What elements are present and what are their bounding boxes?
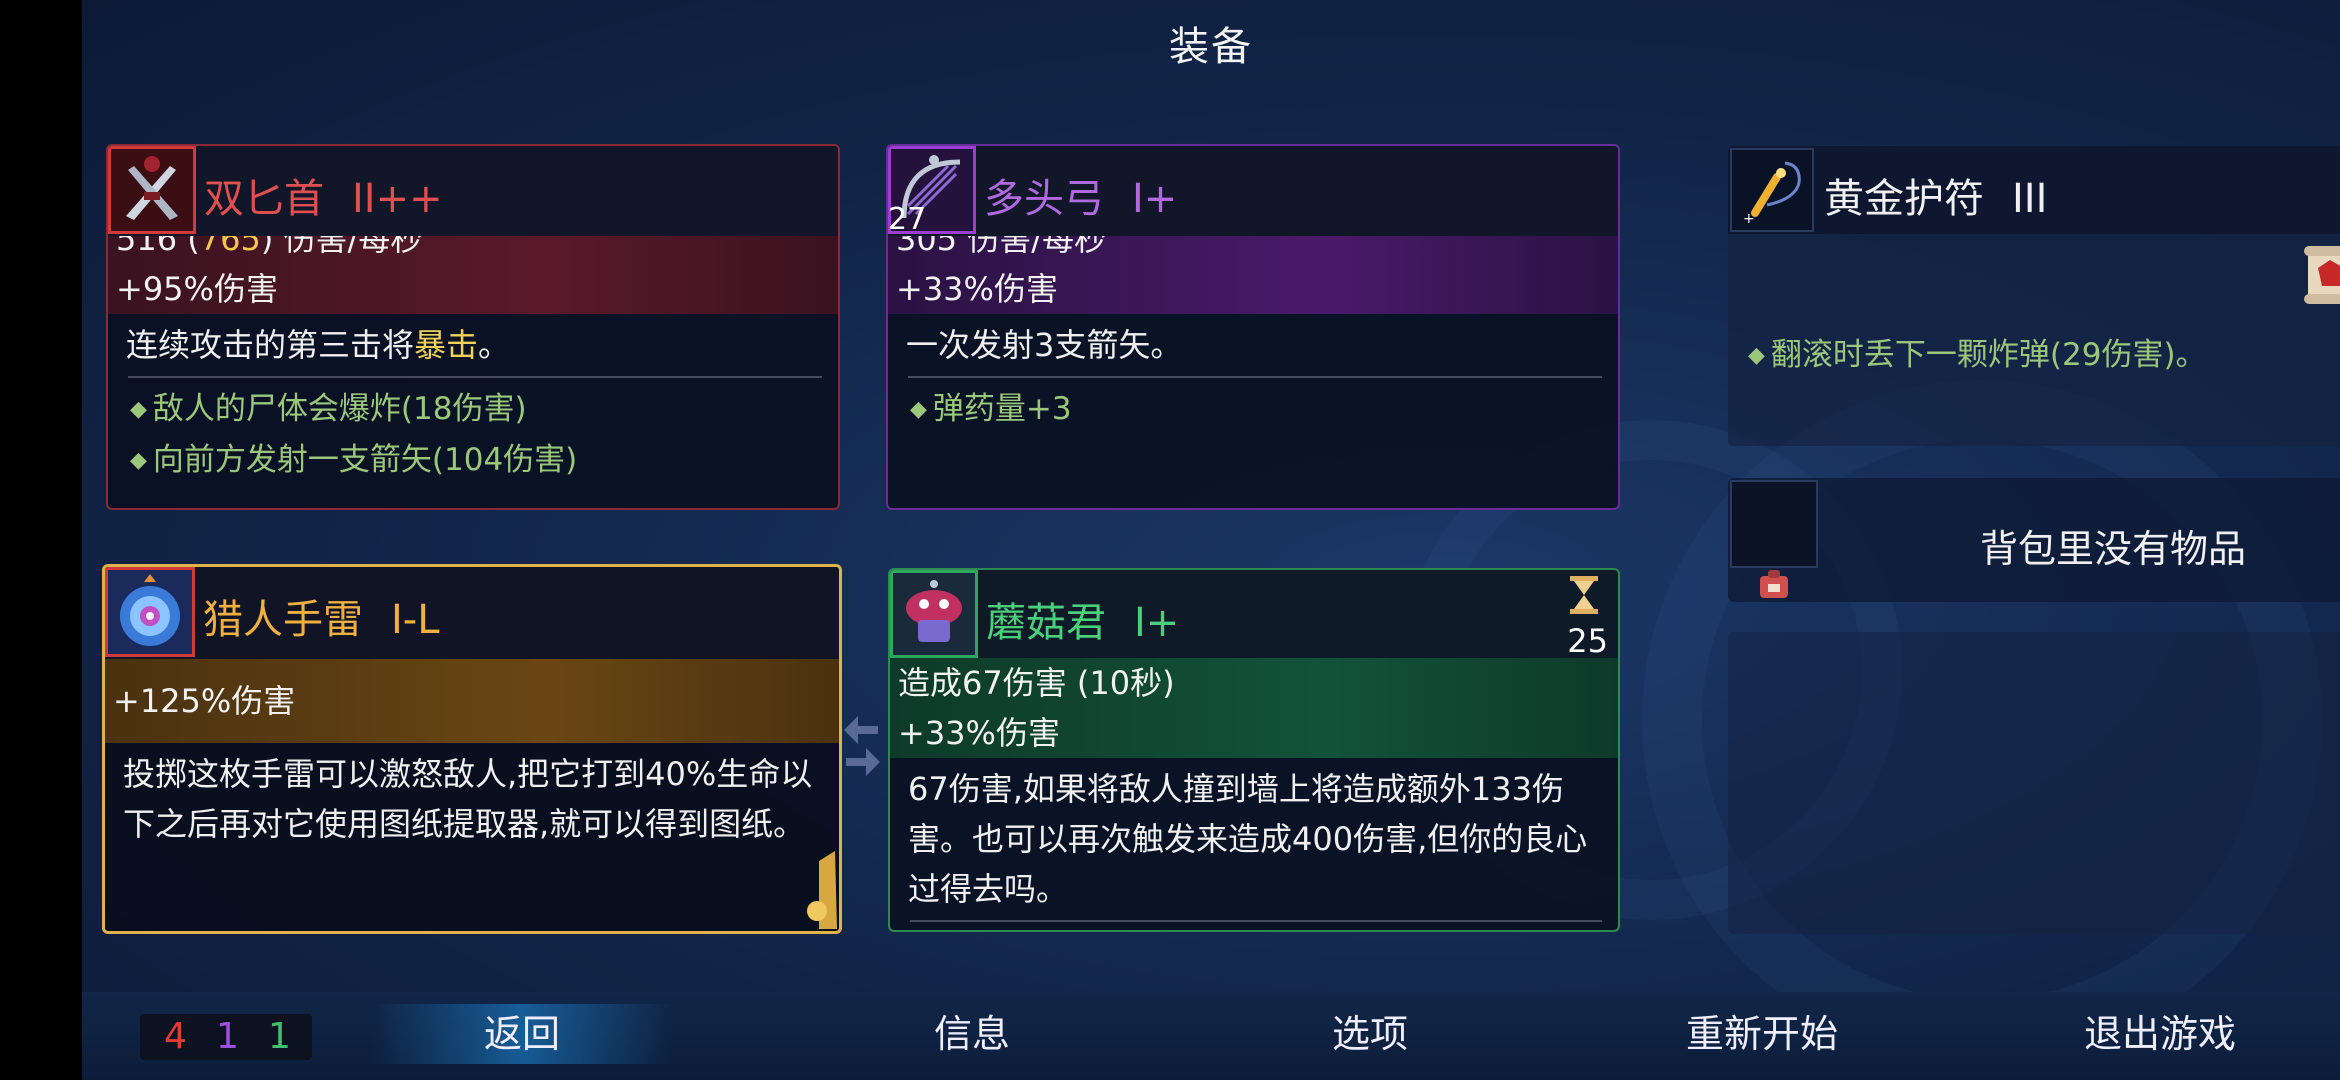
skill-slot-1[interactable]: 猎人手雷 I-L +125%伤害 投掷这枚手雷可以激怒敌人,把它打到40%生命以下… [102,564,842,934]
page-title: 装备 [1169,24,1253,70]
mutation-line: ◆ 敌人的尸体会爆炸(18伤害) [130,391,527,427]
amulet-name: 黄金护符 [1824,176,1984,222]
skill-name: 蘑菇君 [986,600,1106,646]
skill-tier: I-L [391,597,440,643]
amulet-slot[interactable]: + 黄金护符III 1 ◆翻滚时丢下一颗炸弹(29伤害)。 [1728,146,2340,446]
item-description: 67伤害,如果将敌人撞到墙上将造成额外133伤害。也可以再次触发来造成400伤害… [908,770,1588,908]
weapon-name: 多头弓 [984,176,1104,222]
weapon-slot-2[interactable]: 27 多头弓 I+ 305 伤害/每秒 +33%伤害 一次发射3支箭矢。 ◆ 弹药量… [886,144,1620,510]
mutation-line: ◆ 弹药量+3 [910,391,1072,427]
swap-arrows-icon[interactable] [842,706,882,786]
game-screen: 装备 双匕首 II++ 516 (765) 伤害/每秒 +95%伤害 连续攻击的… [82,0,2340,1080]
bottom-nav-bar: 4 1 1 返回 信息 选项 重新开始 退出游戏 [82,992,2340,1080]
divider [910,920,1602,922]
empty-panel [1728,632,2340,934]
info-button[interactable]: 信息 [822,1004,1122,1064]
damage-bonus: +33%伤害 [898,714,1060,752]
backpack-icon [1758,570,1790,600]
golden-amulet-icon: + [1730,148,1814,232]
damage-bonus: +33%伤害 [896,270,1058,308]
weapon-name: 双匕首 [204,176,324,222]
brutality-count: 4 [164,1016,187,1057]
item-description: 连续攻击的第三击将暴击。 [126,326,511,364]
mushroom-boi-icon [890,570,978,658]
hunters-grenade-icon [105,567,195,657]
backpack-slot[interactable]: 背包里没有物品 [1728,478,2340,602]
backpack-empty-text: 背包里没有物品 [1979,527,2246,571]
quit-game-button[interactable]: 退出游戏 [2010,1004,2310,1064]
damage-bonus: +125%伤害 [113,682,296,720]
skill-damage: 造成67伤害 (10秒) [898,664,1175,702]
survival-count: 1 [268,1016,291,1057]
weapon-slot-1[interactable]: 双匕首 II++ 516 (765) 伤害/每秒 +95%伤害 连续攻击的第三击将… [106,144,840,510]
amulet-tier: III [2012,176,2048,222]
ammo-count: 27 [888,202,927,237]
twin-daggers-icon [108,146,196,234]
item-description: 一次发射3支箭矢。 [906,326,1183,364]
skill-name: 猎人手雷 [203,597,363,643]
skill-tier: I+ [1134,600,1180,646]
skill-slot-2[interactable]: 蘑菇君 I+ 25 造成67伤害 (10秒) +33%伤害 67伤害,如果将敌人撞… [888,568,1620,932]
hourglass-icon [1570,576,1598,618]
cooldown-value: 25 [1567,622,1608,660]
item-description: 投掷这枚手雷可以激怒敌人,把它打到40%生命以下之后再对它使用图纸提取器,就可以… [123,755,813,843]
divider [128,376,822,378]
empty-backpack-slot [1730,480,1818,568]
brutality-scroll-icon [2300,242,2340,308]
divider [908,376,1602,378]
weapon-tier: I+ [1132,176,1178,222]
damage-bonus: +95%伤害 [116,270,278,308]
mutation-line: ◆ 向前方发射一支箭矢(104伤害) [130,442,578,478]
tactics-count: 1 [216,1016,239,1057]
back-button[interactable]: 返回 [372,1004,672,1064]
options-button[interactable]: 选项 [1220,1004,1520,1064]
mutation-line: ◆ 翻滚时丢下一颗炸弹(29伤害)。 [1748,337,2207,373]
weapon-tier: II++ [352,176,443,222]
svg-text:+: + [1743,211,1755,225]
legendary-corner-ornament [669,851,837,929]
restart-button[interactable]: 重新开始 [1612,1004,1912,1064]
scroll-stat-counts: 4 1 1 [140,1014,312,1060]
